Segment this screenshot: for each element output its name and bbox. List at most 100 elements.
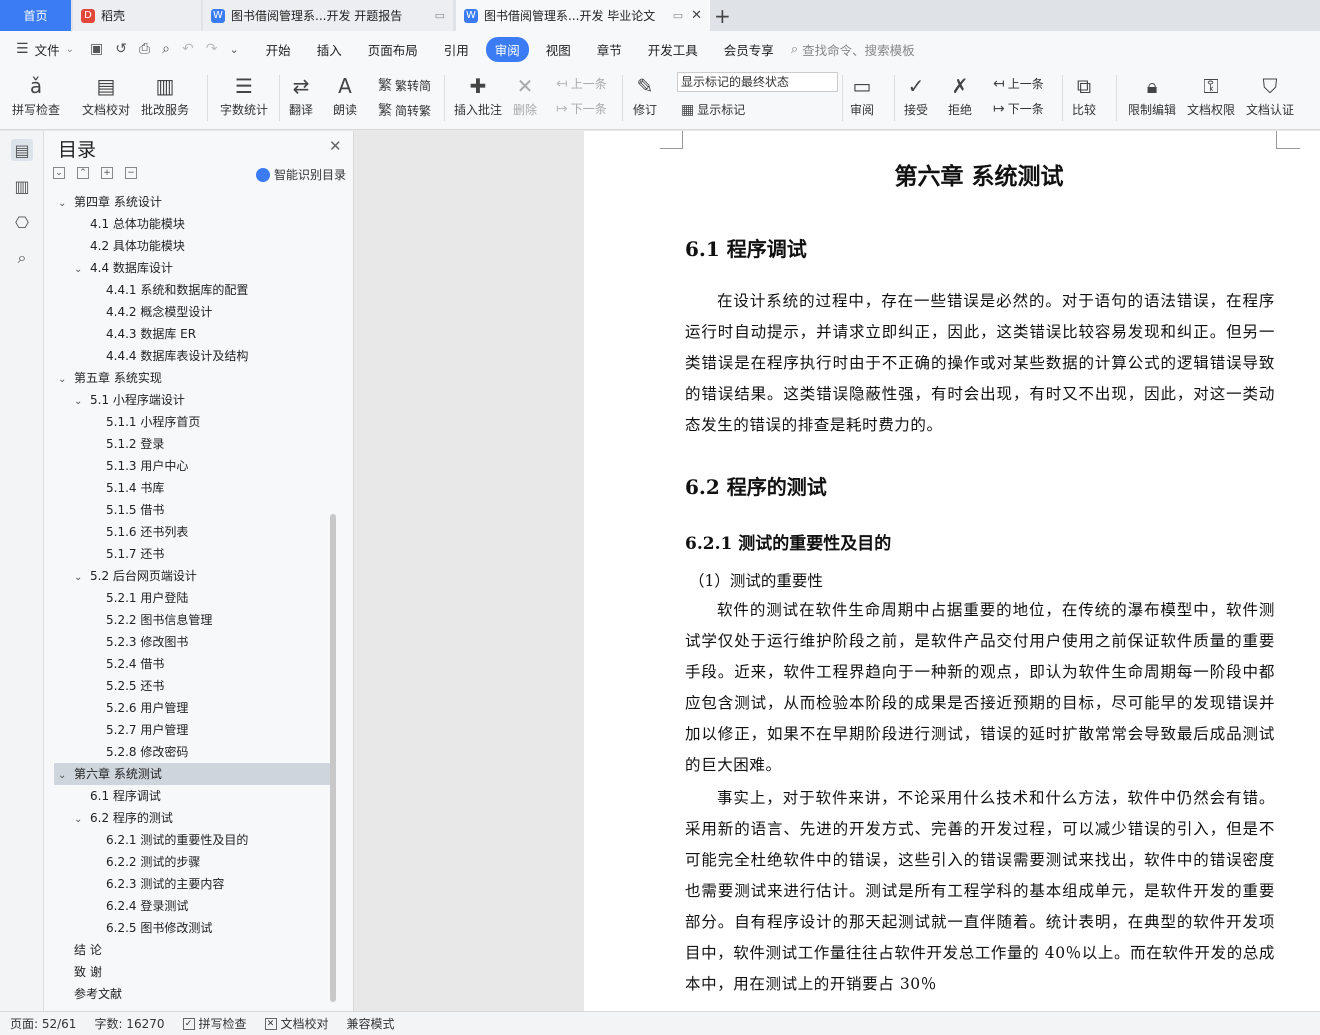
read-aloud-button[interactable]: A 朗读 [333,71,357,118]
menu-member[interactable]: 会员专享 [715,37,783,62]
bookmark-icon[interactable]: ⎔ [11,211,33,233]
next-comment-button[interactable]: ↦ 下一条 [556,100,607,117]
doc-certify-button[interactable]: ⛉ 文档认证 [1246,71,1294,118]
document-page[interactable]: 第六章 系统测试 6.1 程序调试 在设计系统的过程中，存在一些错误是必然的。对… [584,131,1320,1011]
chevron-down-icon[interactable]: ⌄ [74,809,90,831]
accept-button[interactable]: ✓ 接受 [904,71,928,118]
redo-icon[interactable]: ↷ [206,41,218,57]
toc-item[interactable]: 5.2.6 用户管理 [90,697,188,719]
toc-item[interactable]: 结 论 [58,939,102,961]
toc-item[interactable]: 5.2.2 图书信息管理 [90,609,212,631]
toc-item[interactable]: 5.1.2 登录 [90,433,164,455]
menu-references[interactable]: 引用 [435,37,478,62]
add-heading-icon[interactable]: + [101,167,113,179]
toc-item[interactable]: 6.2.2 测试的步骤 [90,851,200,873]
word-count-button[interactable]: ☰ 字数统计 [220,71,268,118]
show-markup-button[interactable]: ▦ 显示标记 [681,101,745,118]
command-search[interactable]: 查找命令、搜索模板 [802,40,915,59]
compare-button[interactable]: ⧉ 比较 [1072,71,1096,118]
spellcheck-button[interactable]: ǎ 拼写检查 [12,71,60,118]
chevron-down-icon[interactable]: ⌄ [74,391,90,413]
new-tab-button[interactable]: + [714,4,731,28]
expand-icon[interactable]: ⌃ [77,167,89,179]
toc-item[interactable]: 5.2.4 借书 [90,653,164,675]
toc-item[interactable]: 5.1.1 小程序首页 [90,411,200,433]
review-service-button[interactable]: ▥ 批改服务 [141,71,189,118]
toc-item[interactable]: 5.2.7 用户管理 [90,719,188,741]
menu-chapter[interactable]: 章节 [588,37,631,62]
toc-item[interactable]: 6.2.5 图书修改测试 [90,917,212,939]
toc-item[interactable]: ⌄ 第六章 系统测试 [54,763,330,785]
print-preview-icon[interactable]: ⌕ [162,41,170,57]
toc-item[interactable]: 5.1.7 还书 [90,543,164,565]
trad-to-simp-button[interactable]: 繁繁转简 [378,75,431,95]
toc-item[interactable]: 6.2.1 测试的重要性及目的 [90,829,248,851]
chevron-down-icon[interactable]: ⌄ [58,193,74,215]
navigation-icon[interactable]: ▥ [11,175,33,197]
close-tab-icon[interactable]: ✕ [691,8,702,23]
tab-document-thesis[interactable]: W 图书借阅管理系...开发 毕业论文 ▭ ✕ [456,0,710,31]
reject-button[interactable]: ✗ 拒绝 [948,71,972,118]
toc-item[interactable]: ⌄ 第五章 系统实现 [58,367,162,389]
toc-item[interactable]: 参考文献 [58,983,122,1005]
next-change-button[interactable]: ↦ 下一条 [993,100,1044,117]
toc-item[interactable]: 4.4.3 数据库 ER [90,323,196,345]
tab-document-proposal[interactable]: W 图书借阅管理系...开发 开题报告 ▭ [203,0,453,31]
toc-item[interactable]: 5.2.5 还书 [90,675,164,697]
toc-item[interactable]: 6.2.3 测试的主要内容 [90,873,224,895]
menu-view[interactable]: 视图 [537,37,580,62]
toc-item[interactable]: 4.4.2 概念模型设计 [90,301,212,323]
proof-status[interactable]: ✕ 文档校对 [264,1015,329,1032]
chevron-down-icon[interactable]: ⌄ [66,44,74,55]
toc-item[interactable]: ⌄ 5.1 小程序端设计 [74,389,185,411]
spell-status[interactable]: ✓ 拼写检查 [182,1015,247,1032]
chevron-down-icon[interactable]: ⌄ [58,765,74,787]
restrict-edit-button[interactable]: 🔒︎ 限制编辑 [1128,71,1176,118]
proofread-button[interactable]: ▤ 文档校对 [82,71,130,118]
toc-item[interactable]: 5.1.4 书库 [90,477,164,499]
translate-button[interactable]: ⇄ 翻译 [289,71,313,118]
review-pane-button[interactable]: ▭ 审阅 [850,71,874,118]
collapse-all-icon[interactable]: ⌄ [53,167,65,179]
insert-comment-button[interactable]: ✚ 插入批注 [454,71,502,118]
toc-item[interactable]: 5.2.3 修改图书 [90,631,188,653]
toc-item[interactable]: 致 谢 [58,961,102,983]
undo-history-icon[interactable]: ↺ [115,41,127,57]
toc-item[interactable]: 4.1 总体功能模块 [74,213,185,235]
toc-item[interactable]: 6.1 程序调试 [74,785,161,807]
hamburger-icon[interactable]: ☰ [16,41,29,57]
menu-developer[interactable]: 开发工具 [639,37,707,62]
toc-item[interactable]: ⌄ 第四章 系统设计 [58,191,162,213]
simp-to-trad-button[interactable]: 繁简转繁 [378,100,431,120]
remove-heading-icon[interactable]: − [125,167,137,179]
chevron-down-icon[interactable]: ⌄ [58,369,74,391]
delete-comment-button[interactable]: ✕ 删除 [513,71,537,118]
toc-item[interactable]: 5.1.6 还书列表 [90,521,188,543]
toc-item[interactable]: 4.4.4 数据库表设计及结构 [90,345,248,367]
toc-item[interactable]: 5.2.8 修改密码 [90,741,188,763]
menu-insert[interactable]: 插入 [308,37,351,62]
toc-scrollbar[interactable] [330,514,336,1002]
menu-start[interactable]: 开始 [257,37,300,62]
chevron-down-icon[interactable]: ⌄ [74,259,90,281]
toc-item[interactable]: ⌄ 5.2 后台网页端设计 [74,565,197,587]
toc-item[interactable]: 5.2.1 用户登陆 [90,587,188,609]
tab-daoke[interactable]: D 稻壳 [73,0,201,31]
toc-item[interactable]: 5.1.5 借书 [90,499,164,521]
screen-icon[interactable]: ▭ [435,9,445,22]
toc-item[interactable]: ⌄ 6.2 程序的测试 [74,807,173,829]
toc-item[interactable]: ⌄ 4.4 数据库设计 [74,257,173,279]
chevron-down-icon[interactable]: ⌄ [74,567,90,589]
prev-comment-button[interactable]: ↤ 上一条 [556,75,607,92]
file-menu[interactable]: 文件 [35,40,60,59]
markup-mode-select[interactable]: 显示标记的最终状态 [677,72,838,92]
print-icon[interactable]: ⎙ [139,41,150,57]
close-icon[interactable]: ✕ [329,137,342,155]
toc-item[interactable]: 4.4.1 系统和数据库的配置 [90,279,248,301]
page-indicator[interactable]: 页面: 52/61 [10,1015,76,1032]
toc-item[interactable]: 5.1.3 用户中心 [90,455,188,477]
toc-item[interactable]: 4.2 具体功能模块 [74,235,185,257]
tab-home[interactable]: 首页 [0,0,71,31]
track-changes-button[interactable]: ✎ 修订 [633,71,657,118]
menu-review[interactable]: 审阅 [485,36,529,62]
